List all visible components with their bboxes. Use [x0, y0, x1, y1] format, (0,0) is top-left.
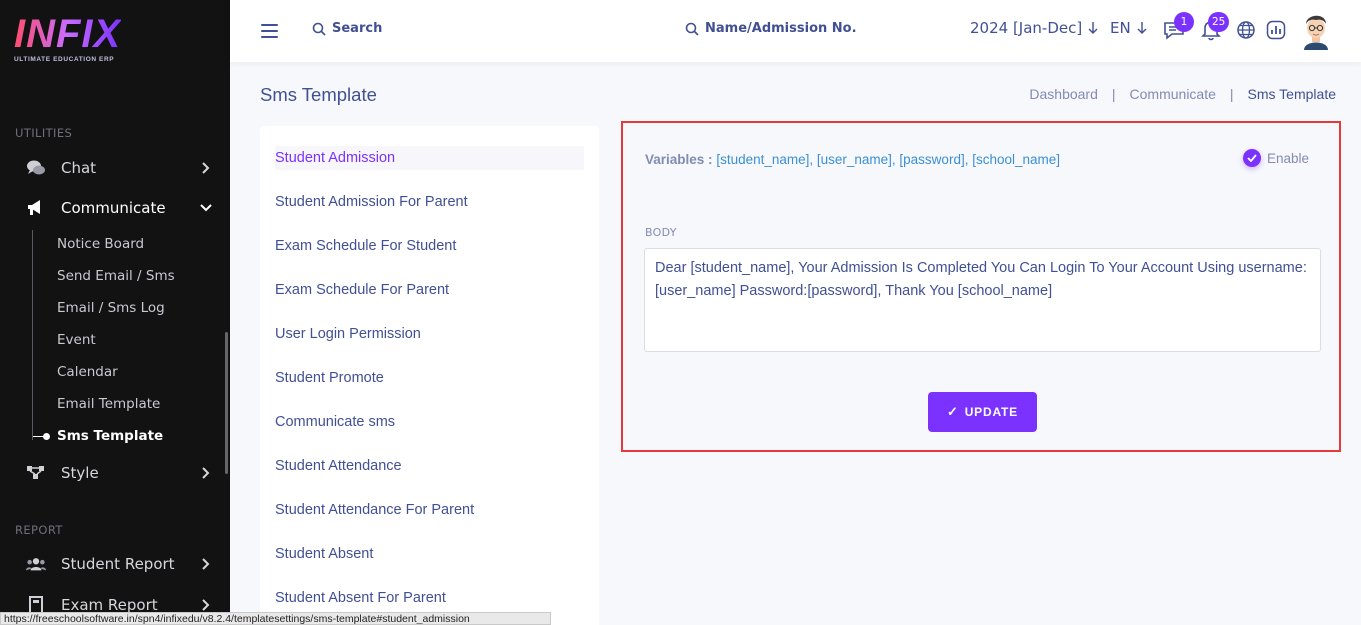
- student-search-placeholder: Name/Admission No.: [705, 21, 857, 36]
- template-item-communicate-sms[interactable]: Communicate sms: [275, 410, 584, 434]
- breadcrumb-separator: |: [1111, 86, 1116, 102]
- menu-toggle-icon[interactable]: [261, 24, 278, 38]
- sidebar-item-label: Communicate: [61, 199, 166, 217]
- body-label: BODY: [645, 226, 677, 239]
- template-item-exam-schedule-parent[interactable]: Exam Schedule For Parent: [275, 278, 584, 302]
- language-selector[interactable]: EN: [1110, 19, 1147, 37]
- breadcrumb-sms-template: Sms Template: [1247, 86, 1336, 102]
- sidebar-subitem-calendar[interactable]: Calendar: [57, 364, 118, 380]
- arrow-down-icon: [1088, 22, 1098, 34]
- sidebar-item-label: Chat: [61, 159, 97, 177]
- sidebar-subitem-send-email-sms[interactable]: Send Email / Sms: [57, 268, 175, 284]
- search-icon: [312, 22, 326, 36]
- variables-label: Variables :: [645, 152, 713, 167]
- sidebar-item-chat[interactable]: Chat: [0, 150, 230, 186]
- active-indicator-dot: [43, 433, 50, 440]
- notifications-badge: 25: [1208, 12, 1230, 32]
- chevron-right-icon: [200, 558, 212, 570]
- template-item-student-attendance[interactable]: Student Attendance: [275, 454, 584, 478]
- megaphone-icon: [26, 198, 46, 218]
- template-item-student-absent-parent[interactable]: Student Absent For Parent: [275, 586, 584, 610]
- chevron-down-icon: [200, 202, 212, 214]
- arrow-down-icon: [1137, 22, 1147, 34]
- brand-logo[interactable]: INFIX ULTIMATE EDUCATION ERP: [14, 14, 121, 63]
- variables-line: Variables : [student_name], [user_name],…: [645, 152, 1060, 167]
- sidebar-item-style[interactable]: Style: [0, 455, 230, 491]
- template-editor: Variables : [student_name], [user_name],…: [621, 121, 1341, 452]
- template-item-student-absent[interactable]: Student Absent: [275, 542, 584, 566]
- template-item-student-promote[interactable]: Student Promote: [275, 366, 584, 390]
- section-title-report: REPORT: [15, 523, 63, 537]
- messages-badge: 1: [1174, 12, 1194, 32]
- check-icon: ✓: [947, 404, 959, 419]
- breadcrumb-separator: |: [1229, 86, 1234, 102]
- sidebar-subitem-event[interactable]: Event: [57, 332, 96, 348]
- template-item-student-attendance-parent[interactable]: Student Attendance For Parent: [275, 498, 584, 522]
- sidebar-scrollbar[interactable]: [225, 332, 228, 474]
- student-search-input[interactable]: Name/Admission No.: [685, 21, 857, 36]
- breadcrumb-communicate[interactable]: Communicate: [1130, 86, 1216, 102]
- brand-tagline: ULTIMATE EDUCATION ERP: [14, 56, 115, 63]
- style-icon: [26, 463, 46, 483]
- sidebar: INFIX ULTIMATE EDUCATION ERP UTILITIES C…: [0, 0, 230, 625]
- menu-search[interactable]: Search: [312, 21, 382, 36]
- users-icon: [26, 554, 46, 574]
- template-item-student-admission[interactable]: Student Admission: [275, 146, 584, 170]
- page-title: Sms Template: [260, 84, 377, 105]
- chart-icon: [1266, 20, 1286, 40]
- template-item-student-admission-parent[interactable]: Student Admission For Parent: [275, 190, 584, 214]
- sidebar-subitem-notice-board[interactable]: Notice Board: [57, 236, 144, 252]
- variables-list: [student_name], [user_name], [password],…: [716, 152, 1061, 167]
- sidebar-item-communicate[interactable]: Communicate: [0, 190, 230, 226]
- template-item-exam-schedule-student[interactable]: Exam Schedule For Student: [275, 234, 584, 258]
- breadcrumb-dashboard[interactable]: Dashboard: [1029, 86, 1098, 102]
- topbar: Search Name/Admission No. 2024 [Jan-Dec]…: [230, 0, 1361, 62]
- session-selector[interactable]: 2024 [Jan-Dec]: [970, 19, 1098, 37]
- section-title-utilities: UTILITIES: [15, 126, 73, 140]
- sidebar-subitem-email-sms-log[interactable]: Email / Sms Log: [57, 300, 165, 316]
- brand-name: INFIX: [14, 12, 122, 56]
- globe-button[interactable]: [1234, 18, 1258, 42]
- body-textarea[interactable]: Dear [student_name], Your Admission Is C…: [644, 248, 1321, 352]
- sidebar-item-label: Style: [61, 464, 99, 482]
- chevron-right-icon: [200, 467, 212, 479]
- enable-toggle[interactable]: Enable: [1243, 149, 1309, 167]
- submenu-line: [32, 230, 33, 440]
- search-icon: [685, 22, 699, 36]
- chevron-right-icon: [200, 162, 212, 174]
- checkmark-icon: [1243, 149, 1261, 167]
- session-value: 2024 [Jan-Dec]: [970, 19, 1083, 37]
- template-item-user-login-permission[interactable]: User Login Permission: [275, 322, 584, 346]
- template-list: Student Admission Student Admission For …: [260, 126, 599, 625]
- avatar[interactable]: [1300, 10, 1332, 50]
- sidebar-subitem-sms-template[interactable]: Sms Template: [57, 428, 163, 444]
- stats-button[interactable]: [1264, 18, 1288, 42]
- update-button[interactable]: ✓ UPDATE: [928, 392, 1037, 432]
- update-label: UPDATE: [964, 405, 1018, 419]
- globe-icon: [1237, 21, 1255, 39]
- browser-status-url: https://freeschoolsoftware.in/spn4/infix…: [0, 612, 551, 625]
- menu-search-label: Search: [332, 21, 383, 36]
- chat-icon: [26, 158, 46, 178]
- enable-label: Enable: [1267, 150, 1310, 166]
- sidebar-item-label: Student Report: [61, 555, 175, 573]
- chevron-right-icon: [200, 599, 212, 611]
- language-value: EN: [1110, 19, 1131, 37]
- sidebar-subitem-email-template[interactable]: Email Template: [57, 396, 160, 412]
- sidebar-item-student-report[interactable]: Student Report: [0, 546, 230, 582]
- breadcrumb: Dashboard | Communicate | Sms Template: [1029, 86, 1336, 102]
